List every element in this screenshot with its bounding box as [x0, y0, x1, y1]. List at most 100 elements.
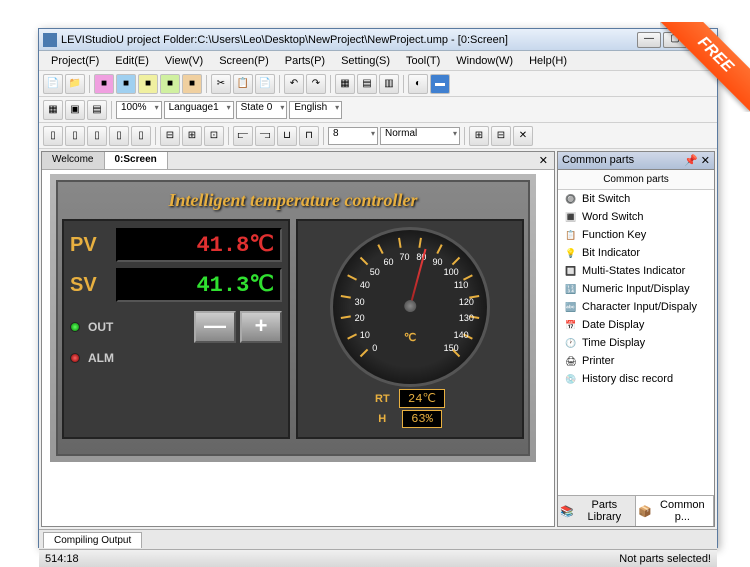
align-icon[interactable]: ▯	[109, 126, 129, 146]
menu-setting[interactable]: Setting(S)	[333, 53, 398, 69]
minimize-button[interactable]: —	[637, 32, 661, 48]
menu-screen[interactable]: Screen(P)	[211, 53, 277, 69]
tool-icon[interactable]: ✕	[513, 126, 533, 146]
align-icon[interactable]: ⊓	[299, 126, 319, 146]
gauge-tick-label: 130	[459, 313, 474, 323]
menu-view[interactable]: View(V)	[157, 53, 211, 69]
gauge-tick-label: 100	[444, 267, 459, 277]
tab-welcome[interactable]: Welcome	[42, 152, 105, 169]
tool-icon[interactable]: ■	[138, 74, 158, 94]
part-item[interactable]: 💡Bit Indicator	[558, 244, 714, 262]
minus-button[interactable]: —	[194, 311, 236, 343]
open-icon[interactable]: 📁	[65, 74, 85, 94]
tool-icon[interactable]: ■	[94, 74, 114, 94]
paste-icon[interactable]: 📄	[255, 74, 275, 94]
panel-title: Common parts 📌 ✕	[558, 152, 714, 170]
tool-icon[interactable]: ⊟	[491, 126, 511, 146]
menu-window[interactable]: Window(W)	[448, 53, 521, 69]
hmi-screen[interactable]: Intelligent temperature controller PV 41…	[50, 174, 536, 462]
gauge-tick-label: 110	[454, 280, 468, 290]
part-item[interactable]: 🔳Word Switch	[558, 208, 714, 226]
align-icon[interactable]: ▯	[131, 126, 151, 146]
h-display: 63%	[402, 410, 442, 428]
menu-tool[interactable]: Tool(T)	[398, 53, 448, 69]
part-label: Multi-States Indicator	[582, 265, 685, 277]
gauge-tick-label: 70	[400, 252, 410, 262]
tool-icon[interactable]: ■	[182, 74, 202, 94]
tool-icon[interactable]: ▣	[65, 100, 85, 120]
align-icon[interactable]: ⊔	[277, 126, 297, 146]
menu-edit[interactable]: Edit(E)	[107, 53, 157, 69]
language-select[interactable]: Language1	[164, 101, 234, 119]
cut-icon[interactable]: ✂	[211, 74, 231, 94]
gauge-tick-label: 30	[355, 297, 365, 307]
tab-screen[interactable]: 0:Screen	[105, 152, 168, 169]
part-icon: 🔢	[564, 283, 578, 295]
toolbar-main: 📄 📁 ■ ■ ■ ■ ■ ✂ 📋 📄 ↶ ↷ ▦ ▤ ▥ ◐ ▬	[39, 71, 717, 97]
align-icon[interactable]: ⊟	[160, 126, 180, 146]
gauge-tick-label: 10	[360, 330, 370, 340]
state-select[interactable]: State 0	[236, 101, 288, 119]
tab-parts-library[interactable]: 📚Parts Library	[558, 496, 636, 526]
part-label: Numeric Input/Display	[582, 283, 690, 295]
align-icon[interactable]: ⫎	[255, 126, 275, 146]
copy-icon[interactable]: 📋	[233, 74, 253, 94]
tool-icon[interactable]: ■	[116, 74, 136, 94]
gauge-tick-label: 140	[454, 330, 469, 340]
align-icon[interactable]: ▯	[87, 126, 107, 146]
tool-icon[interactable]: ▥	[379, 74, 399, 94]
menu-help[interactable]: Help(H)	[521, 53, 575, 69]
font-style-select[interactable]: Normal	[380, 127, 460, 145]
tool-icon[interactable]: ▬	[430, 74, 450, 94]
parts-list: 🔘Bit Switch🔳Word Switch📋Function Key💡Bit…	[558, 190, 714, 495]
tab-common-parts[interactable]: 📦Common p...	[636, 496, 714, 526]
locale-select[interactable]: English	[289, 101, 342, 119]
menu-parts[interactable]: Parts(P)	[277, 53, 333, 69]
zoom-select[interactable]: 100%	[116, 101, 162, 119]
tool-icon[interactable]: ■	[160, 74, 180, 94]
status-coords: 514:18	[45, 553, 79, 565]
font-size-select[interactable]: 8	[328, 127, 378, 145]
out-led-icon	[70, 322, 80, 332]
tool-icon[interactable]: ▤	[357, 74, 377, 94]
align-icon[interactable]: ⫍	[233, 126, 253, 146]
part-item[interactable]: 🔘Bit Switch	[558, 190, 714, 208]
align-icon[interactable]: ⊞	[182, 126, 202, 146]
redo-icon[interactable]: ↷	[306, 74, 326, 94]
part-icon: 💡	[564, 247, 578, 259]
part-item[interactable]: 🖨 Printer	[558, 352, 714, 370]
new-icon[interactable]: 📄	[43, 74, 63, 94]
menu-project[interactable]: Project(F)	[43, 53, 107, 69]
part-item[interactable]: 🔤Character Input/Dispaly	[558, 298, 714, 316]
align-icon[interactable]: ▯	[43, 126, 63, 146]
part-item[interactable]: 💿History disc record	[558, 370, 714, 388]
rt-display: 24℃	[399, 389, 445, 408]
tool-icon[interactable]: ▦	[335, 74, 355, 94]
panel-pin-icon[interactable]: 📌 ✕	[684, 154, 710, 167]
part-item[interactable]: 🔢 Numeric Input/Display	[558, 280, 714, 298]
plus-button[interactable]: +	[240, 311, 282, 343]
tab-compiling-output[interactable]: Compiling Output	[43, 532, 142, 548]
tool-icon[interactable]: ▦	[43, 100, 63, 120]
alm-label: ALM	[88, 351, 114, 365]
part-label: Printer	[582, 355, 614, 367]
part-label: Word Switch	[582, 211, 644, 223]
part-icon: 🖨	[564, 355, 578, 367]
undo-icon[interactable]: ↶	[284, 74, 304, 94]
tool-icon[interactable]: ⊞	[469, 126, 489, 146]
align-icon[interactable]: ▯	[65, 126, 85, 146]
part-item[interactable]: 🔲Multi-States Indicator	[558, 262, 714, 280]
hmi-left-panel: PV 41.8℃ SV 41.3℃ OUT —	[62, 219, 290, 439]
menubar: Project(F) Edit(E) View(V) Screen(P) Par…	[39, 51, 717, 71]
part-item[interactable]: 📋Function Key	[558, 226, 714, 244]
part-icon: 🕐	[564, 337, 578, 349]
gauge-unit: ℃	[404, 331, 416, 344]
tool-icon[interactable]: ▤	[87, 100, 107, 120]
part-item[interactable]: 📅Date Display	[558, 316, 714, 334]
tool-icon[interactable]: ◐	[408, 74, 428, 94]
free-ribbon: FREE	[660, 22, 750, 112]
align-icon[interactable]: ⊡	[204, 126, 224, 146]
tab-close-icon[interactable]: ✕	[533, 152, 554, 169]
part-item[interactable]: 🕐 Time Display	[558, 334, 714, 352]
part-label: Time Display	[582, 337, 645, 349]
